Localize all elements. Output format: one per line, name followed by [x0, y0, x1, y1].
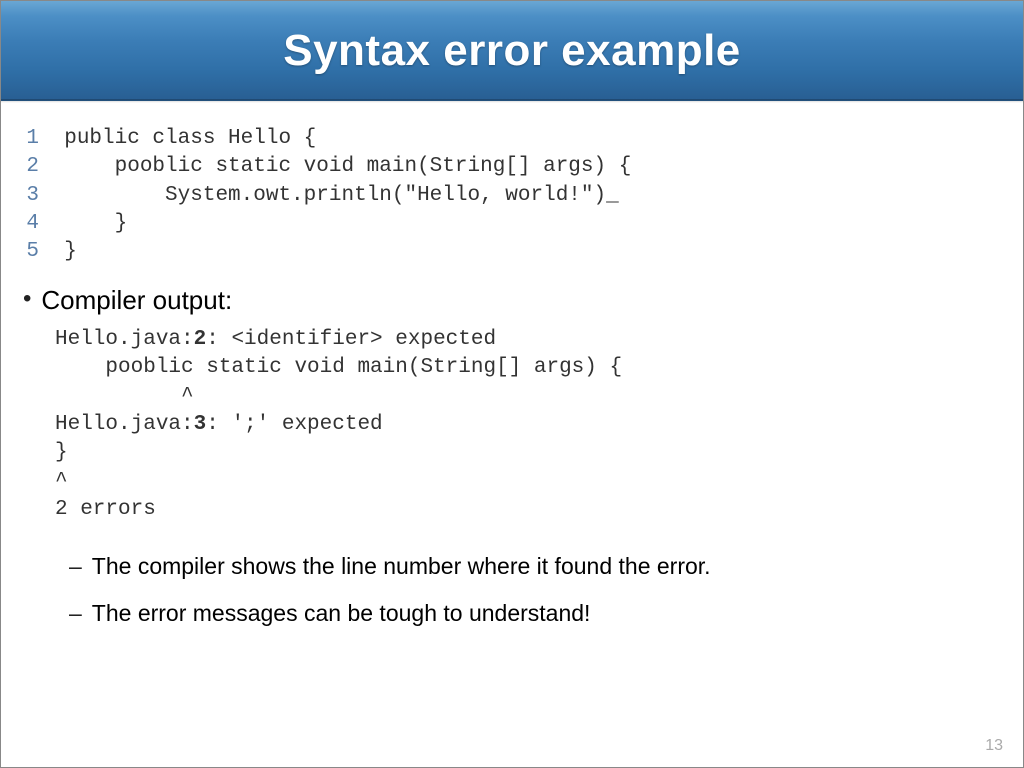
line-number: 4 — [17, 210, 39, 238]
output-line: pooblic static void main(String[] args) … — [55, 356, 622, 379]
bullet-item: • Compiler output: — [23, 285, 1007, 316]
line-number: 1 — [17, 125, 39, 153]
output-line: ^ — [55, 470, 68, 493]
slide: Syntax error example 1 public class Hell… — [0, 0, 1024, 768]
line-number: 2 — [17, 153, 39, 181]
code-line: } — [64, 240, 77, 263]
bullet-icon: • — [23, 285, 31, 313]
line-number: 3 — [17, 182, 39, 210]
notes-list: – The compiler shows the line number whe… — [69, 552, 1007, 628]
dash-icon: – — [69, 599, 82, 628]
note-text: The compiler shows the line number where… — [92, 552, 711, 581]
dash-icon: – — [69, 552, 82, 581]
slide-title: Syntax error example — [283, 26, 741, 76]
line-number: 5 — [17, 238, 39, 266]
slide-body: 1 public class Hello { 2 pooblic static … — [1, 101, 1023, 628]
code-line: pooblic static void main(String[] args) … — [64, 155, 631, 178]
output-line: ^ — [55, 385, 194, 408]
bullet-label: Compiler output: — [41, 285, 232, 316]
output-line: } — [55, 441, 68, 464]
code-block: 1 public class Hello { 2 pooblic static … — [17, 125, 1007, 267]
code-line: System.owt.println("Hello, world!")_ — [64, 184, 619, 207]
output-bold: 3 — [194, 413, 207, 436]
title-bar: Syntax error example — [1, 1, 1023, 101]
output-line: Hello.java: — [55, 328, 194, 351]
compiler-output: Hello.java:2: <identifier> expected poob… — [55, 326, 1007, 524]
note-item: – The compiler shows the line number whe… — [69, 552, 1007, 581]
output-line: 2 errors — [55, 498, 156, 521]
code-line: } — [64, 212, 127, 235]
output-line: Hello.java: — [55, 413, 194, 436]
note-text: The error messages can be tough to under… — [92, 599, 591, 628]
page-number: 13 — [985, 737, 1003, 755]
note-item: – The error messages can be tough to und… — [69, 599, 1007, 628]
output-line: : <identifier> expected — [206, 328, 496, 351]
output-bold: 2 — [194, 328, 207, 351]
output-line: : ';' expected — [206, 413, 382, 436]
code-line: public class Hello { — [64, 127, 316, 150]
